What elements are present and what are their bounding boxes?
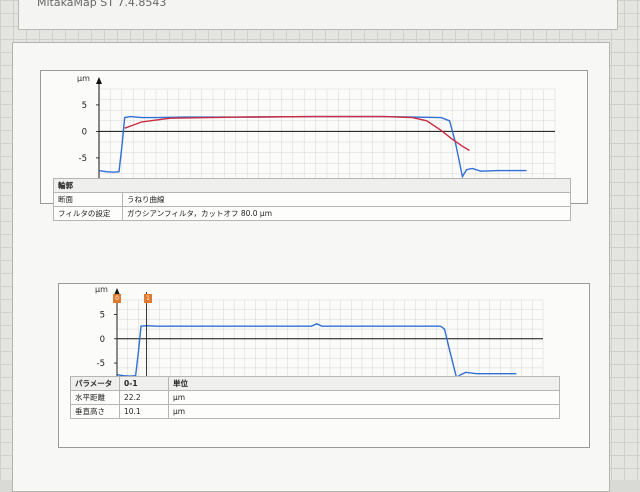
y-axis-arrow [96,77,102,84]
cursor-0-marker[interactable]: 0 [113,294,121,303]
y-unit-label: µm [77,74,90,83]
row-value: 10.1 [119,404,169,419]
unit-header: 単位 [168,376,560,391]
param-header: パラメータ [70,376,120,391]
filter-label: フィルタの設定 [53,206,123,221]
filter-value: ガウシアンフィルタ，カットオフ 80.0 µm [122,206,571,221]
profile-heading: 輪郭 [53,178,571,193]
table-row: 垂直高さ 10.1 µm [70,404,560,419]
y-tick-label: 5 [100,311,105,321]
y-tick-label: -5 [97,359,105,369]
row-unit: µm [168,404,560,419]
pair-header: 0-1 [119,376,169,391]
window-title-bar: MitakaMap ST 7.4.8543 [18,0,618,30]
y-tick-label: 0 [82,127,87,137]
row-value: 22.2 [119,390,169,405]
row-label: 水平距離 [70,390,120,405]
measurement-chart-pane: µm50-5-1050100150200250300 µm [58,283,590,448]
section-label: 断面 [53,192,123,207]
y-tick-label: 5 [82,101,87,111]
series-line-1 [124,115,470,152]
row-unit: µm [168,390,560,405]
row-label: 垂直高さ [70,404,120,419]
section-value: うねり曲線 [122,192,571,207]
table-row: 水平距離 22.2 µm [70,390,560,405]
measurement-table: パラメータ 0-1 単位 水平距離 22.2 µm 垂直高さ 10.1 µm [70,376,560,419]
app-title: MitakaMap ST 7.4.8543 [37,0,167,9]
y-tick-label: 0 [100,335,105,345]
series-line-0 [116,323,517,379]
y-tick-label: -5 [79,154,87,164]
y-unit-label: µm [95,285,108,294]
profile-info-table: 輪郭 断面 うねり曲線 フィルタの設定 ガウシアンフィルタ，カットオフ 80.0… [53,178,571,221]
cursor-1-marker[interactable]: 1 [144,294,152,303]
